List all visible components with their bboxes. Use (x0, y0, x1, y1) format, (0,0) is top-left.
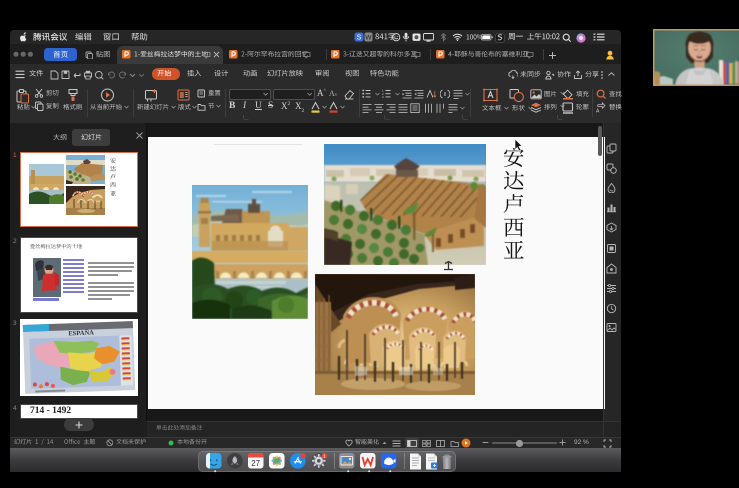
svg-text:A: A (596, 108, 600, 113)
svg-text:ESPAÑA: ESPAÑA (68, 328, 94, 337)
svg-text:3: 3 (382, 95, 384, 99)
svg-text:S: S (357, 35, 362, 42)
svg-text:W: W (365, 34, 372, 41)
svg-text:27: 27 (251, 459, 260, 468)
